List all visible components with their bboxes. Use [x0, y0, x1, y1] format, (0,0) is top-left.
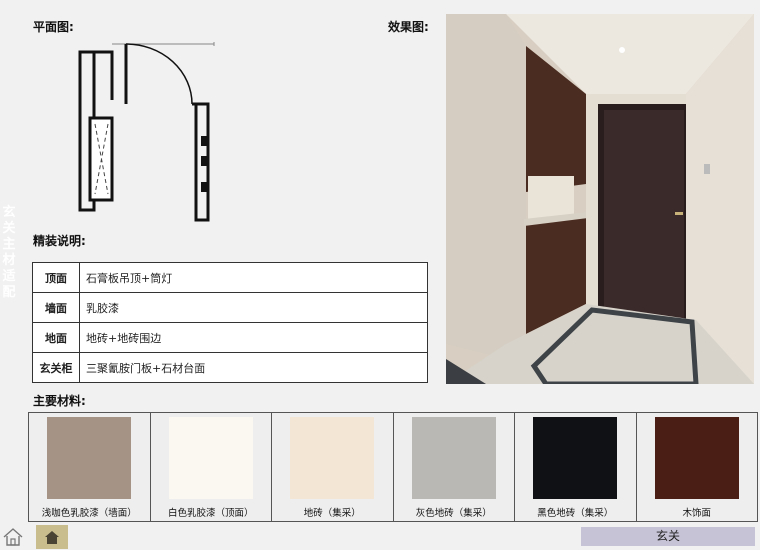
- spec-value: 乳胶漆: [79, 292, 428, 323]
- material-swatch: [168, 417, 253, 499]
- spec-key: 玄关柜: [32, 352, 80, 383]
- material-card: 白色乳胶漆（顶面）: [151, 413, 272, 521]
- table-row: 地面 地砖+地砖围边: [32, 322, 428, 353]
- spec-key: 顶面: [32, 262, 80, 293]
- section-tab-entrance[interactable]: 玄关: [581, 527, 755, 546]
- material-name: 黑色地砖（集采）: [537, 508, 614, 519]
- spec-value: 石膏板吊顶+筒灯: [79, 262, 428, 293]
- materials-panel: 浅咖色乳胶漆（墙面） 白色乳胶漆（顶面） 地砖（集采） 灰色地砖（集采） 黑色地…: [28, 412, 758, 522]
- spec-value: 地砖+地砖围边: [79, 322, 428, 353]
- render-label: 效果图:: [388, 20, 429, 34]
- table-row: 顶面 石膏板吊顶+筒灯: [32, 262, 428, 293]
- spec-key: 地面: [32, 322, 80, 353]
- table-row: 玄关柜 三聚氰胺门板+石材台面: [32, 352, 428, 383]
- material-card: 木饰面: [637, 413, 758, 521]
- table-row: 墙面 乳胶漆: [32, 292, 428, 323]
- floor-plan-drawing: [78, 42, 215, 222]
- material-swatch: [411, 417, 496, 499]
- material-name: 浅咖色乳胶漆（墙面）: [41, 508, 137, 519]
- material-card: 地砖（集采）: [272, 413, 394, 521]
- side-title: 玄关主材适配: [2, 205, 16, 300]
- home-outline-icon[interactable]: [2, 527, 24, 547]
- spec-label: 精装说明:: [33, 234, 86, 248]
- materials-label: 主要材料:: [33, 394, 86, 408]
- material-swatch: [654, 417, 739, 499]
- material-card: 黑色地砖（集采）: [515, 413, 637, 521]
- entrance-render-image: [446, 14, 754, 384]
- home-icon: [45, 531, 59, 544]
- material-card: 灰色地砖（集采）: [394, 413, 515, 521]
- spec-value: 三聚氰胺门板+石材台面: [79, 352, 428, 383]
- material-name: 灰色地砖（集采）: [415, 508, 492, 519]
- material-swatch: [290, 417, 375, 499]
- material-swatch: [47, 417, 132, 499]
- material-name: 木饰面: [682, 508, 711, 519]
- plan-label: 平面图:: [33, 20, 74, 34]
- spec-table: 顶面 石膏板吊顶+筒灯 墙面 乳胶漆 地面 地砖+地砖围边 玄关柜 三聚氰胺门板…: [32, 262, 428, 383]
- material-swatch: [533, 417, 618, 499]
- material-card: 浅咖色乳胶漆（墙面）: [29, 413, 151, 521]
- material-name: 白色乳胶漆（顶面）: [167, 508, 254, 519]
- material-name: 地砖（集采）: [303, 508, 361, 519]
- spec-key: 墙面: [32, 292, 80, 323]
- home-button[interactable]: [36, 525, 68, 549]
